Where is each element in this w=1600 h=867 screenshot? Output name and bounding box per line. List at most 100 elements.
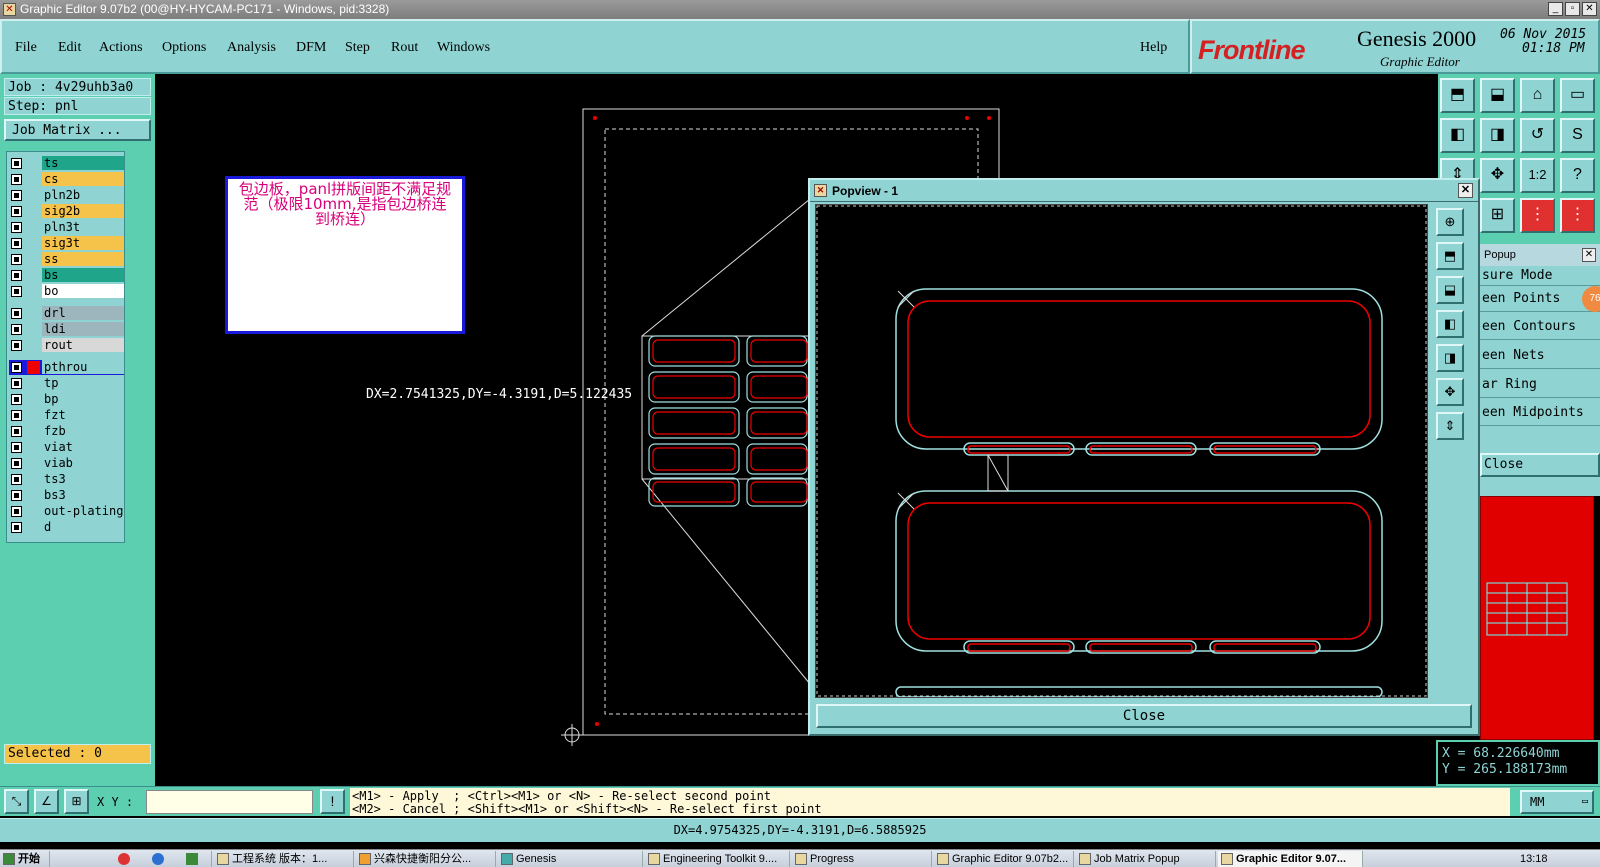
layer-checkbox[interactable]: [11, 458, 22, 469]
layer-checkbox[interactable]: [11, 270, 22, 281]
layer-row-tp[interactable]: tp: [9, 376, 124, 391]
layer-row-d[interactable]: d: [9, 520, 124, 535]
layer-row-rout[interactable]: rout: [9, 338, 124, 353]
task-graphic-editor-active[interactable]: Graphic Editor 9.07...: [1218, 851, 1363, 867]
layer-checkbox[interactable]: [11, 490, 22, 501]
menu-edit[interactable]: Edit: [58, 40, 81, 56]
menu-windows[interactable]: Windows: [437, 40, 490, 56]
task-progress[interactable]: Progress: [792, 851, 932, 867]
menu-file[interactable]: File: [15, 40, 37, 56]
menu-analysis[interactable]: Analysis: [227, 40, 276, 56]
measure-between-nets[interactable]: een Nets: [1480, 343, 1600, 369]
pan-left-icon[interactable]: ◧: [1436, 310, 1464, 338]
menu-help[interactable]: Help: [1140, 40, 1167, 56]
layer-checkbox[interactable]: [11, 222, 22, 233]
layer-checkbox[interactable]: [11, 238, 22, 249]
ie-icon[interactable]: [152, 853, 164, 865]
layer-row-ts3[interactable]: ts3: [9, 472, 124, 487]
layer-row-bp[interactable]: bp: [9, 392, 124, 407]
layer-row-cs[interactable]: cs: [9, 172, 124, 187]
layer-row-out-plating[interactable]: out-plating: [9, 504, 124, 519]
task-job-matrix-popup[interactable]: Job Matrix Popup: [1076, 851, 1216, 867]
pan-down-icon[interactable]: ⬓: [1436, 276, 1464, 304]
grid-snap-icon[interactable]: ⊞: [64, 789, 89, 814]
layer-row-viab[interactable]: viab: [9, 456, 124, 471]
start-button[interactable]: 开始: [0, 851, 50, 867]
layer-checkbox[interactable]: [11, 362, 22, 373]
popview-canvas[interactable]: [815, 204, 1428, 698]
layer-checkbox[interactable]: [11, 394, 22, 405]
menu-step[interactable]: Step: [345, 40, 370, 56]
layer-row-pthrou[interactable]: pthrou: [9, 360, 124, 375]
minimize-button[interactable]: _: [1548, 2, 1563, 16]
layer-checkbox[interactable]: [11, 340, 22, 351]
layer-checkbox[interactable]: [11, 190, 22, 201]
layer-row-ts[interactable]: ts: [9, 156, 124, 171]
layer-checkbox[interactable]: [11, 378, 22, 389]
layer-row-sig2b[interactable]: sig2b: [9, 204, 124, 219]
layer-checkbox[interactable]: [11, 324, 22, 335]
measure-between-midpoints[interactable]: een Midpoints: [1480, 400, 1600, 426]
snap-icon[interactable]: ⤡: [4, 789, 29, 814]
task-engineering-system[interactable]: 工程系统 版本：1...: [214, 851, 354, 867]
measure-between-contours[interactable]: een Contours: [1480, 314, 1600, 340]
angle-snap-icon[interactable]: ∠: [34, 789, 59, 814]
maximize-button[interactable]: ▫: [1565, 2, 1580, 16]
layer-row-fzt[interactable]: fzt: [9, 408, 124, 423]
layer-checkbox[interactable]: [11, 442, 22, 453]
net-highlight-icon[interactable]: ⋮: [1520, 198, 1555, 233]
layer-checkbox[interactable]: [11, 206, 22, 217]
menu-rout[interactable]: Rout: [391, 40, 418, 56]
fit-icon[interactable]: ⇕: [1436, 412, 1464, 440]
menu-dfm[interactable]: DFM: [296, 40, 326, 56]
layer-row-bo[interactable]: bo: [9, 284, 124, 299]
measure-annular-ring[interactable]: ar Ring: [1480, 372, 1600, 398]
pan-right-icon[interactable]: ◨: [1436, 344, 1464, 372]
zoom-fit-icon[interactable]: ✥: [1480, 158, 1515, 193]
layer-row-ss[interactable]: ss: [9, 252, 124, 267]
app-icon[interactable]: [186, 853, 198, 865]
layer-checkbox[interactable]: [11, 410, 22, 421]
layer-checkbox[interactable]: [11, 174, 22, 185]
task-engineering-toolkit[interactable]: Engineering Toolkit 9....: [645, 851, 790, 867]
layer-row-pln2b[interactable]: pln2b: [9, 188, 124, 203]
layer-row-viat[interactable]: viat: [9, 440, 124, 455]
layer-row-pln3t[interactable]: pln3t: [9, 220, 124, 235]
popview-close-icon[interactable]: ✕: [1458, 183, 1473, 198]
alert-icon[interactable]: !: [320, 789, 345, 814]
job-matrix-button[interactable]: Job Matrix ...: [4, 119, 151, 141]
layer-row-sig3t[interactable]: sig3t: [9, 236, 124, 251]
layer-row-fzb[interactable]: fzb: [9, 424, 124, 439]
close-window-button[interactable]: ✕: [1582, 2, 1597, 16]
redraw-icon[interactable]: S: [1560, 118, 1595, 153]
grid-icon[interactable]: ⊞: [1480, 198, 1515, 233]
help-icon[interactable]: ?: [1560, 158, 1595, 193]
units-selector[interactable]: MM ▭: [1520, 790, 1594, 814]
net-select-icon[interactable]: ⋮: [1560, 198, 1595, 233]
layer-row-drl[interactable]: drl: [9, 306, 124, 321]
measure-close-button[interactable]: Close: [1480, 453, 1600, 477]
chrome-icon[interactable]: [118, 853, 130, 865]
window-icon[interactable]: ▭: [1560, 78, 1595, 113]
layer-row-bs[interactable]: bs: [9, 268, 124, 283]
task-graphic-editor-1[interactable]: Graphic Editor 9.07b2...: [934, 851, 1074, 867]
zoom-fit-icon[interactable]: ✥: [1436, 378, 1464, 406]
pan-down-icon[interactable]: ⬓: [1480, 78, 1515, 113]
layer-checkbox[interactable]: [11, 254, 22, 265]
popview-close-button[interactable]: Close: [816, 704, 1472, 728]
zoom-back-icon[interactable]: ↺: [1520, 118, 1555, 153]
menu-options[interactable]: Options: [162, 40, 206, 56]
pan-left-icon[interactable]: ◧: [1440, 118, 1475, 153]
close-icon[interactable]: ✕: [1582, 248, 1596, 262]
layer-row-bs3[interactable]: bs3: [9, 488, 124, 503]
task-genesis[interactable]: Genesis: [498, 851, 643, 867]
layer-checkbox[interactable]: [11, 474, 22, 485]
pan-up-icon[interactable]: ⬒: [1436, 242, 1464, 270]
home-icon[interactable]: ⌂: [1520, 78, 1555, 113]
layer-checkbox[interactable]: [11, 286, 22, 297]
xy-input[interactable]: [146, 790, 313, 814]
zoom-home-icon[interactable]: ⬒: [1440, 78, 1475, 113]
scale-1-2-icon[interactable]: 1:2: [1520, 158, 1555, 193]
layer-checkbox[interactable]: [11, 308, 22, 319]
layer-checkbox[interactable]: [11, 426, 22, 437]
